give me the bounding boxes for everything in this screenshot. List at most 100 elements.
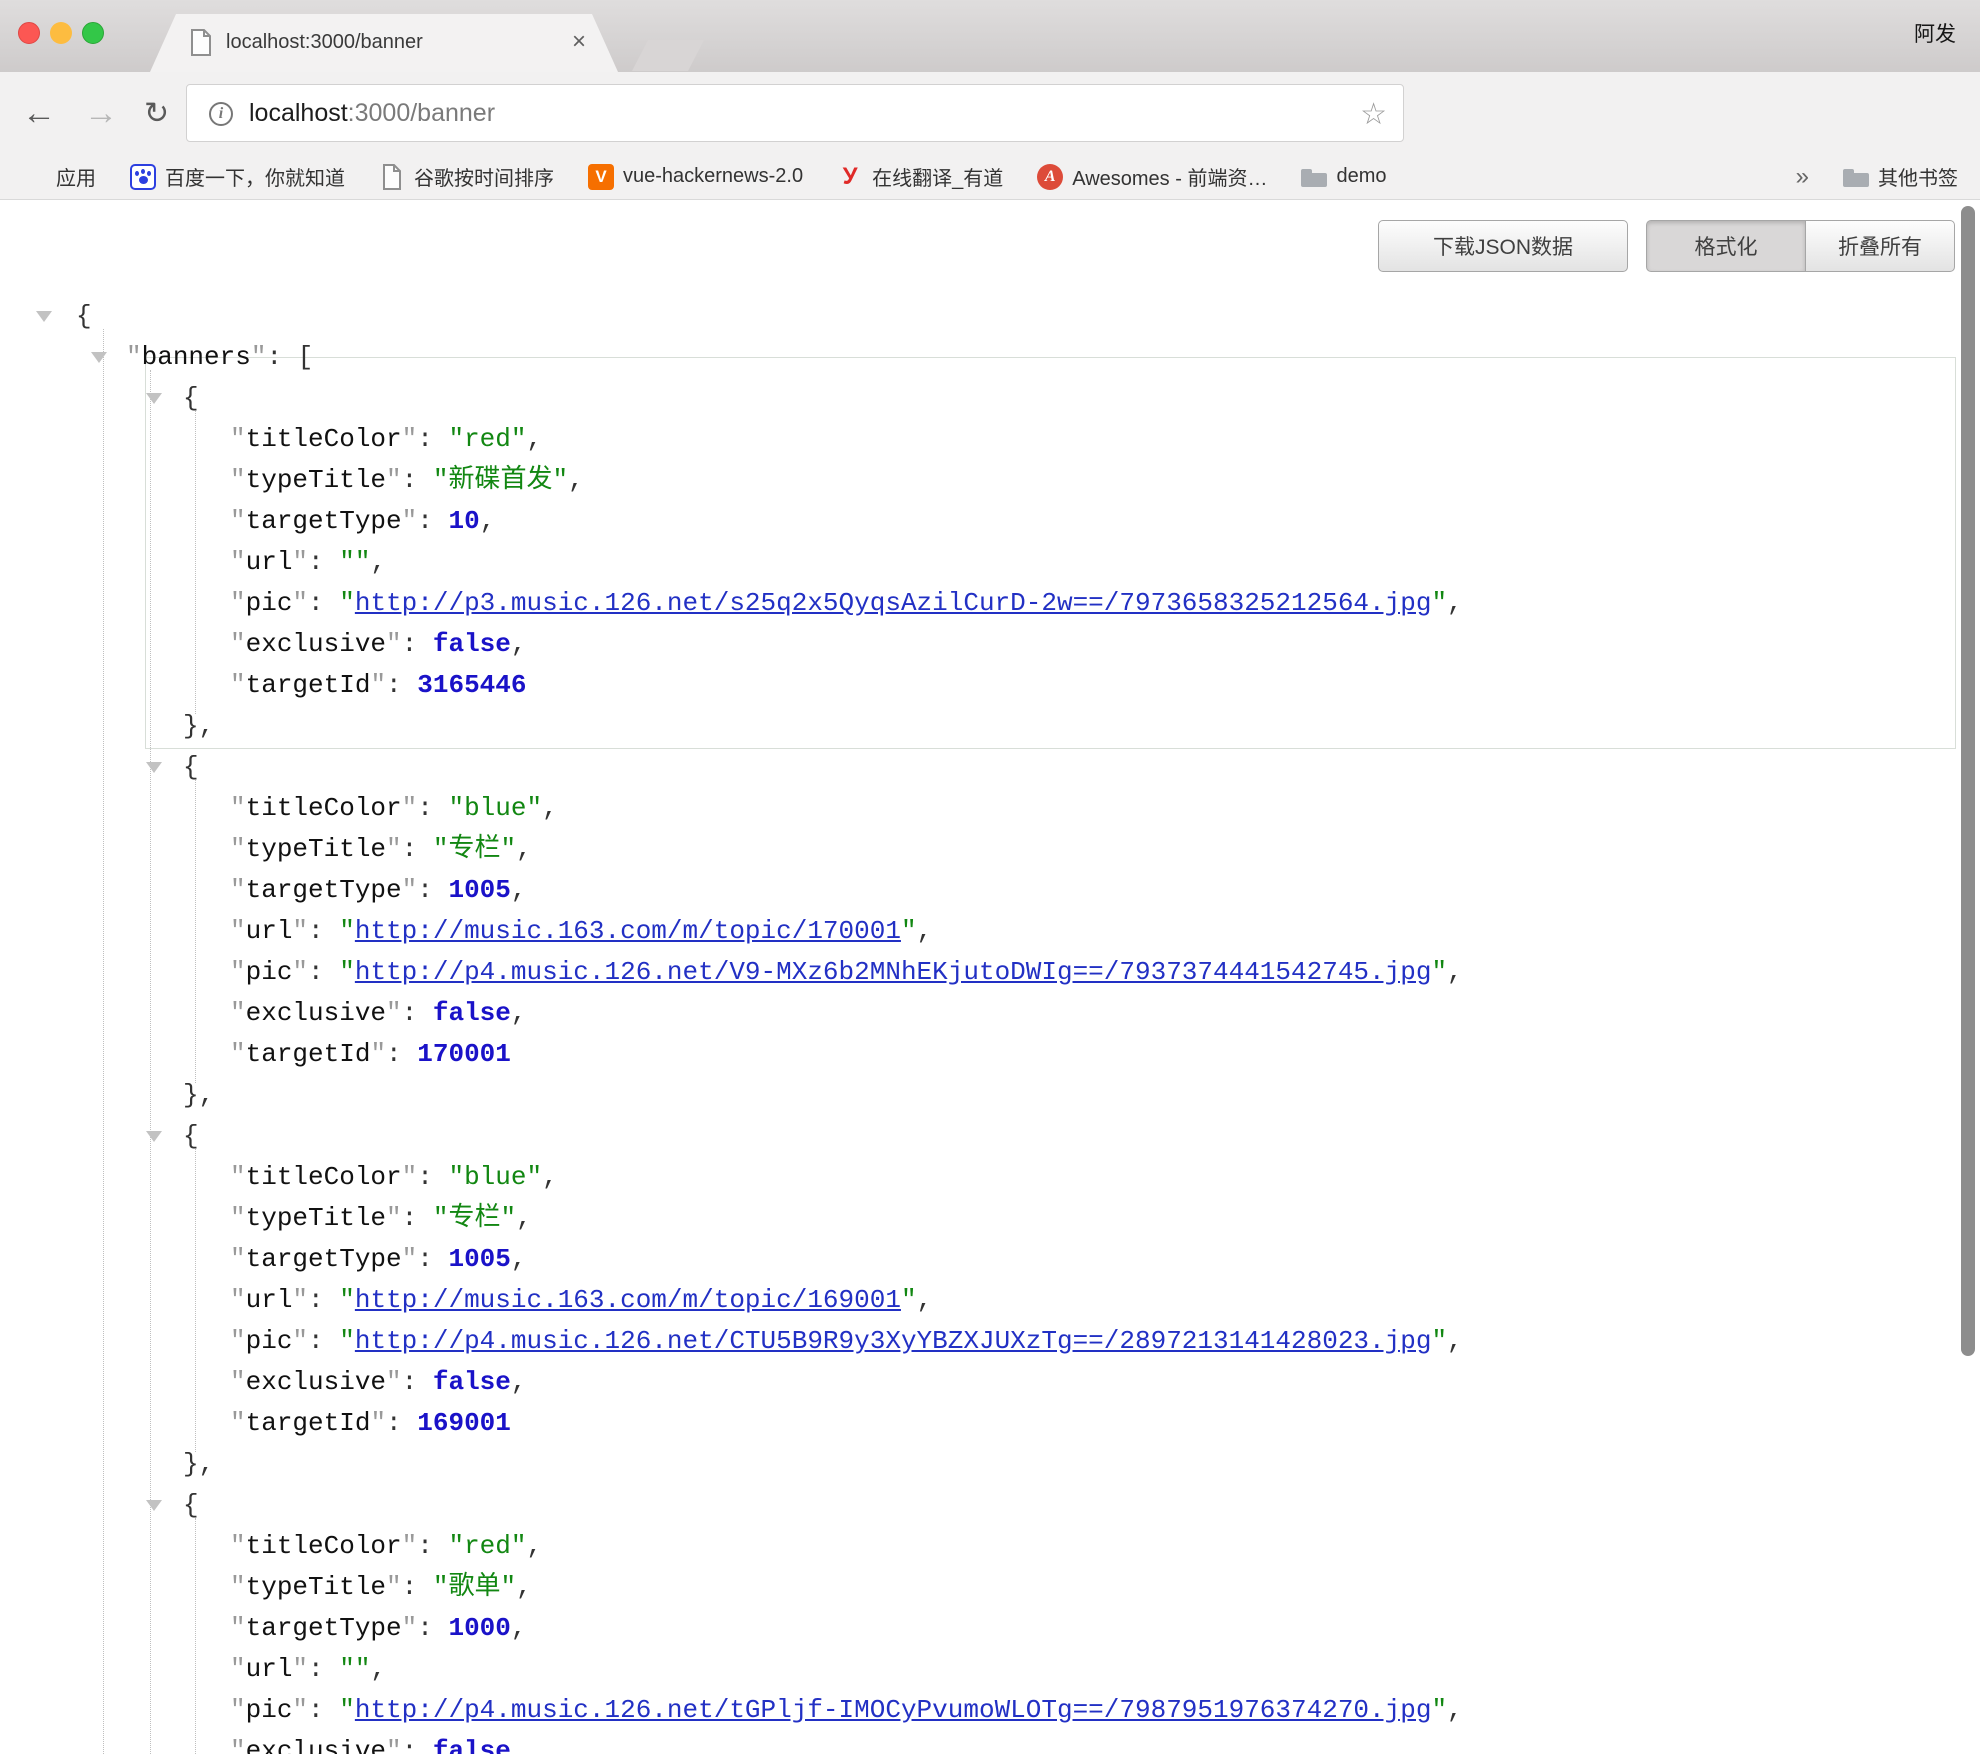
json-link[interactable]: http://music.163.com/m/topic/170001	[355, 916, 901, 946]
bookmark-item[interactable]: demo	[1301, 164, 1386, 190]
forward-icon[interactable]: →	[84, 72, 118, 154]
page-icon	[190, 29, 212, 61]
apps-shortcut[interactable]: 应用	[22, 162, 96, 191]
json-line: "pic": "http://p3.music.126.net/s25q2x5Q…	[0, 583, 1980, 624]
bookmarks-overflow-chevron[interactable]: »	[1796, 163, 1809, 191]
json-line: {	[0, 747, 1980, 788]
bookmark-label: vue-hackernews-2.0	[623, 165, 803, 188]
bookmark-star-icon[interactable]: ☆	[1360, 97, 1387, 132]
json-line: "url": "",	[0, 1649, 1980, 1690]
collapse-toggle-icon[interactable]	[146, 393, 162, 404]
json-line: "exclusive": false,	[0, 1362, 1980, 1403]
bookmark-item[interactable]: AAwesomes - 前端资…	[1037, 162, 1267, 191]
json-line: "pic": "http://p4.music.126.net/CTU5B9R9…	[0, 1321, 1980, 1362]
tab-close-icon[interactable]: ×	[572, 28, 586, 56]
youdao-icon: У	[837, 164, 863, 190]
baidu-icon	[130, 164, 156, 190]
view-mode-group: 格式化 折叠所有	[1646, 220, 1956, 272]
json-line: "titleColor": "red",	[0, 419, 1980, 460]
collapse-toggle-icon[interactable]	[91, 352, 107, 363]
json-line: "exclusive": false,	[0, 1731, 1980, 1754]
bookmark-label: Awesomes - 前端资…	[1072, 162, 1267, 191]
back-icon[interactable]: ←	[22, 72, 56, 154]
json-line: "titleColor": "blue",	[0, 788, 1980, 829]
collapse-toggle-icon[interactable]	[146, 1500, 162, 1511]
json-line: "targetType": 10,	[0, 501, 1980, 542]
json-line: "exclusive": false,	[0, 993, 1980, 1034]
json-line: "url": "http://music.163.com/m/topic/169…	[0, 1280, 1980, 1321]
apps-label: 应用	[56, 162, 96, 191]
bookmark-label: 谷歌按时间排序	[414, 162, 554, 191]
json-line: "exclusive": false,	[0, 624, 1980, 665]
json-line: "typeTitle": "专栏",	[0, 829, 1980, 870]
collapse-all-button[interactable]: 折叠所有	[1805, 220, 1955, 272]
bookmark-item[interactable]: 百度一下，你就知道	[130, 162, 345, 191]
json-line: {	[0, 1116, 1980, 1157]
vertical-scrollbar-thumb[interactable]	[1961, 206, 1975, 1356]
bookmark-label: 在线翻译_有道	[872, 162, 1003, 191]
address-bar[interactable]: i localhost:3000/banner ☆	[186, 84, 1404, 142]
profile-name: 阿发	[1914, 18, 1956, 48]
fullscreen-window-button[interactable]	[82, 22, 104, 44]
json-link[interactable]: http://p4.music.126.net/V9-MXz6b2MNhEKju…	[355, 957, 1432, 987]
json-tree: {"banners": [{"titleColor": "red","typeT…	[0, 296, 1980, 1754]
download-json-button[interactable]: 下载JSON数据	[1378, 220, 1628, 272]
folder-icon	[1301, 164, 1327, 190]
new-tab-button[interactable]	[632, 40, 704, 71]
collapse-toggle-icon[interactable]	[36, 311, 52, 322]
close-window-button[interactable]	[18, 22, 40, 44]
json-line: {	[0, 378, 1980, 419]
format-button[interactable]: 格式化	[1646, 220, 1806, 272]
vue-icon: V	[588, 164, 614, 190]
json-line: "pic": "http://p4.music.126.net/tGPljf-I…	[0, 1690, 1980, 1731]
page-icon	[379, 164, 405, 190]
bookmark-item[interactable]: Vvue-hackernews-2.0	[588, 164, 803, 190]
bookmark-item[interactable]: 谷歌按时间排序	[379, 162, 554, 191]
json-line: "targetId": 3165446	[0, 665, 1980, 706]
json-line: "url": "",	[0, 542, 1980, 583]
json-line: "titleColor": "blue",	[0, 1157, 1980, 1198]
page-content: 下载JSON数据 格式化 折叠所有 {"banners": [{"titleCo…	[0, 200, 1980, 1754]
browser-toolbar: ← → ↻ i localhost:3000/banner ☆ V英FET▶▶«…	[0, 72, 1980, 154]
collapse-toggle-icon[interactable]	[146, 762, 162, 773]
url-text[interactable]: localhost:3000/banner	[249, 99, 495, 128]
json-link[interactable]: http://p3.music.126.net/s25q2x5QyqsAzilC…	[355, 588, 1432, 618]
json-line: "targetType": 1005,	[0, 870, 1980, 911]
reload-icon[interactable]: ↻	[144, 72, 169, 154]
other-bookmarks-label: 其他书签	[1878, 162, 1958, 191]
json-line: "typeTitle": "专栏",	[0, 1198, 1980, 1239]
bookmark-label: 百度一下，你就知道	[165, 162, 345, 191]
json-link[interactable]: http://p4.music.126.net/CTU5B9R9y3XyYBZX…	[355, 1326, 1432, 1356]
bookmarks-bar: 应用 百度一下，你就知道 谷歌按时间排序 Vvue-hackernews-2.0 У在…	[0, 154, 1980, 200]
json-line: "typeTitle": "歌单",	[0, 1567, 1980, 1608]
collapse-toggle-icon[interactable]	[146, 1131, 162, 1142]
json-line: "targetId": 170001	[0, 1034, 1980, 1075]
folder-icon	[1843, 164, 1869, 190]
json-line: "pic": "http://p4.music.126.net/V9-MXz6b…	[0, 952, 1980, 993]
other-bookmarks-folder[interactable]: 其他书签	[1843, 162, 1958, 191]
json-line: },	[0, 1444, 1980, 1485]
json-line: },	[0, 1075, 1980, 1116]
json-link[interactable]: http://p4.music.126.net/tGPljf-IMOCyPvum…	[355, 1695, 1432, 1725]
json-line: {	[0, 296, 1980, 337]
json-line: },	[0, 706, 1980, 747]
apps-grid-icon	[22, 164, 47, 189]
bookmarks-list: 百度一下，你就知道 谷歌按时间排序 Vvue-hackernews-2.0 У 在线翻译…	[130, 162, 1386, 191]
window-controls	[18, 22, 118, 44]
bookmark-item[interactable]: У 在线翻译_有道	[837, 162, 1003, 191]
json-line: "url": "http://music.163.com/m/topic/170…	[0, 911, 1980, 952]
json-line: "banners": [	[0, 337, 1980, 378]
json-line: "titleColor": "red",	[0, 1526, 1980, 1567]
json-line: "typeTitle": "新碟首发",	[0, 460, 1980, 501]
page-info-icon[interactable]: i	[209, 102, 233, 126]
browser-tab[interactable]: localhost:3000/banner ×	[150, 14, 618, 72]
json-line: "targetId": 169001	[0, 1403, 1980, 1444]
tab-bar: localhost:3000/banner × 阿发	[0, 0, 1980, 72]
json-line: "targetType": 1000,	[0, 1608, 1980, 1649]
tab-title: localhost:3000/banner	[226, 31, 423, 54]
json-link[interactable]: http://music.163.com/m/topic/169001	[355, 1285, 901, 1315]
bookmark-label: demo	[1336, 165, 1386, 188]
json-line: {	[0, 1485, 1980, 1526]
minimize-window-button[interactable]	[50, 22, 72, 44]
json-line: "targetType": 1005,	[0, 1239, 1980, 1280]
